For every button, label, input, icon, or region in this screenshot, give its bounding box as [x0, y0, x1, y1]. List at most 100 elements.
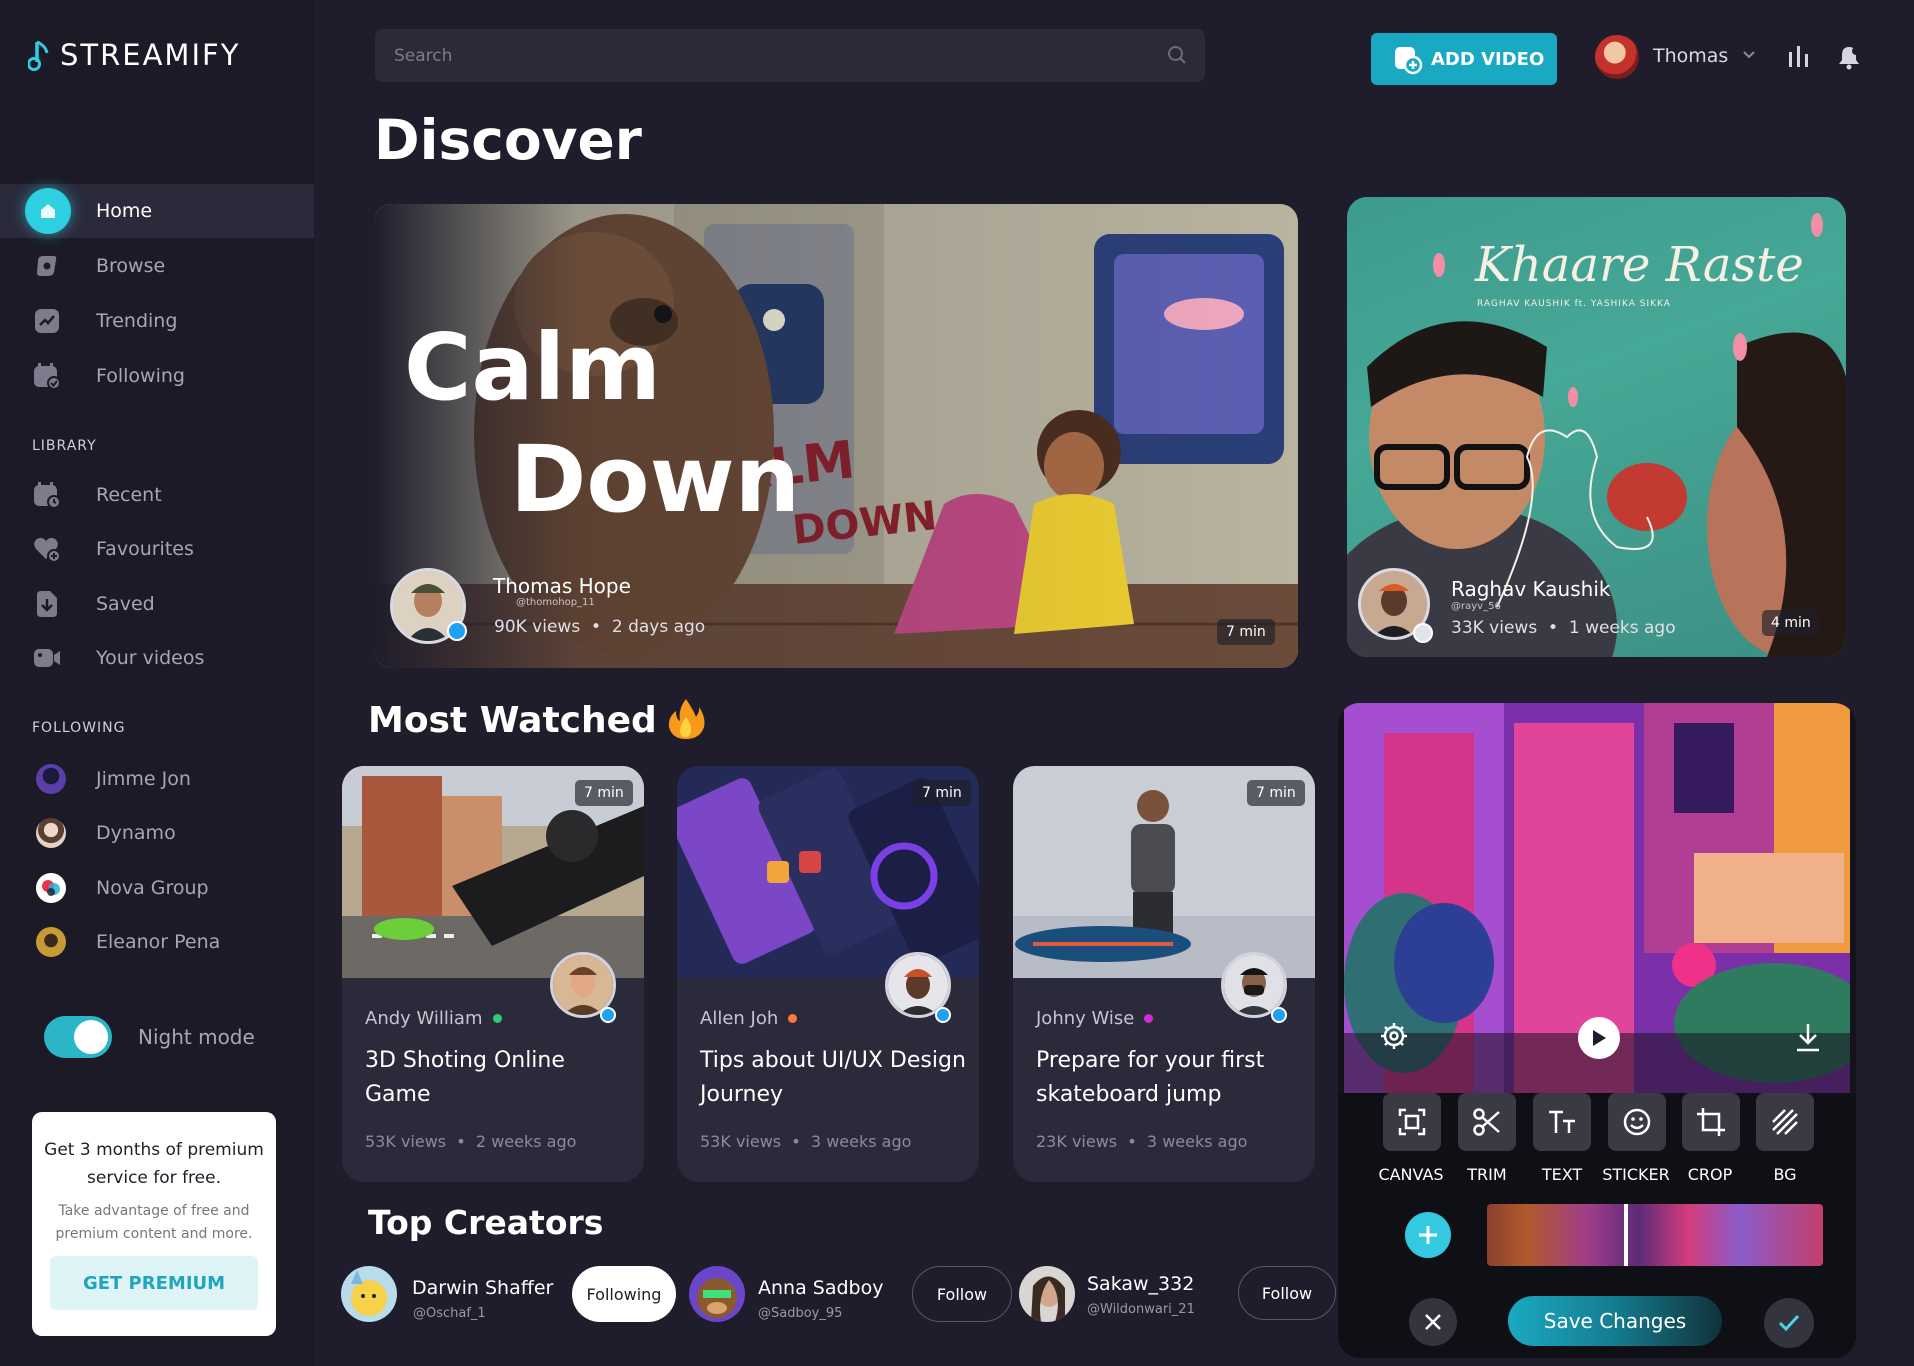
trim-tool-button[interactable]: [1458, 1093, 1516, 1151]
bg-tool-button[interactable]: [1756, 1093, 1814, 1151]
verified-badge-icon: [1271, 1007, 1287, 1023]
crop-icon: [1697, 1108, 1725, 1136]
calendar-icon: [33, 481, 61, 509]
avatar: [36, 818, 66, 848]
play-button[interactable]: [1578, 1017, 1620, 1059]
search-input[interactable]: Search: [375, 29, 1205, 82]
user-name[interactable]: Thomas: [1653, 45, 1728, 67]
download-icon[interactable]: [1795, 1022, 1821, 1052]
card-title[interactable]: Tips about UI/UX Design Journey: [700, 1044, 970, 1112]
scissors-icon: [1473, 1108, 1500, 1136]
get-premium-button[interactable]: GET PREMIUM: [50, 1256, 258, 1310]
card-author[interactable]: Johny Wise: [1036, 1008, 1154, 1029]
nav-trending[interactable]: Trending: [0, 294, 314, 348]
creator-name[interactable]: Darwin Shaffer: [412, 1277, 553, 1299]
card-meta: 23K views • 3 weeks ago: [1036, 1132, 1247, 1151]
discard-button[interactable]: [1409, 1298, 1457, 1346]
follow-button[interactable]: Follow: [1238, 1266, 1336, 1320]
status-dot: [1144, 1014, 1154, 1023]
side-creator-name[interactable]: Raghav Kaushik: [1451, 577, 1610, 601]
following-nova-group[interactable]: Nova Group: [0, 861, 314, 915]
verified-badge-icon: [447, 621, 467, 641]
search-icon[interactable]: [1167, 45, 1187, 65]
play-icon: [1593, 1030, 1606, 1046]
following-eleanor-pena[interactable]: Eleanor Pena: [0, 915, 314, 969]
song-credits: RAGHAV KAUSHIK ft. YASHIKA SIKKA: [1477, 299, 1671, 309]
card-meta: 53K views • 3 weeks ago: [700, 1132, 911, 1151]
confirm-button[interactable]: [1764, 1298, 1814, 1348]
hero-age: 2 days ago: [611, 617, 706, 637]
add-video-label: ADD VIDEO: [1431, 48, 1545, 70]
card-title[interactable]: 3D Shoting Online Game: [365, 1044, 635, 1112]
hero-creator-name[interactable]: Thomas Hope: [493, 574, 631, 598]
user-avatar[interactable]: [1595, 35, 1639, 79]
song-title: Khaare Raste: [1475, 237, 1804, 293]
hero-title-line1: Calm: [404, 314, 661, 421]
app-logo[interactable]: STREAMIFY: [28, 38, 240, 72]
save-changes-button[interactable]: Save Changes: [1508, 1296, 1722, 1346]
most-watched-title: Most Watched: [368, 700, 657, 741]
add-clip-button[interactable]: [1405, 1212, 1451, 1258]
creator-avatar[interactable]: [689, 1266, 745, 1322]
nav-following[interactable]: Following: [0, 349, 314, 403]
video-card[interactable]: 7 min Andy William 3D Shoting Online Gam…: [342, 766, 644, 1182]
following-button[interactable]: Following: [572, 1266, 676, 1322]
side-duration-badge: 4 min: [1762, 610, 1820, 636]
search-placeholder: Search: [394, 45, 453, 66]
video-card[interactable]: 7 min Allen Joh Tips about UI/UX Design …: [677, 766, 979, 1182]
meta-separator: •: [585, 617, 607, 637]
toggle-knob: [74, 1020, 108, 1054]
canvas-tool-button[interactable]: [1383, 1093, 1441, 1151]
video-card[interactable]: 7 min Johny Wise Prepare for your first …: [1013, 766, 1315, 1182]
nav-favourites[interactable]: Favourites: [0, 522, 314, 576]
timeline-playhead[interactable]: [1624, 1204, 1628, 1266]
nav-saved[interactable]: Saved: [0, 577, 314, 631]
text-icon: [1549, 1110, 1575, 1133]
creator-name[interactable]: Anna Sadboy: [758, 1277, 883, 1299]
card-age: 2 weeks ago: [475, 1132, 577, 1151]
library-section-label: LIBRARY: [32, 438, 97, 454]
card-author-name: Johny Wise: [1036, 1008, 1135, 1029]
video-timeline[interactable]: [1487, 1204, 1823, 1266]
following-jimme-jon[interactable]: Jimme Jon: [0, 752, 314, 806]
chevron-down-icon[interactable]: [1742, 50, 1756, 60]
hero-creator-handle: @thomohop_11: [516, 597, 595, 608]
sticker-tool-button[interactable]: [1608, 1093, 1666, 1151]
following-dynamo[interactable]: Dynamo: [0, 806, 314, 860]
browse-icon: [33, 252, 61, 280]
nav-your-videos[interactable]: Your videos: [0, 631, 314, 685]
creator-name[interactable]: Sakaw_332: [1087, 1273, 1194, 1295]
add-video-button[interactable]: ADD VIDEO: [1371, 33, 1557, 85]
home-icon: [25, 188, 71, 234]
card-title[interactable]: Prepare for your first skateboard jump: [1036, 1044, 1306, 1112]
crop-tool-label: CROP: [1687, 1165, 1733, 1184]
verified-badge-icon: [600, 1007, 616, 1023]
notification-bell-icon[interactable]: [1837, 44, 1861, 70]
camera-icon: [33, 644, 61, 672]
card-author[interactable]: Allen Joh: [700, 1008, 798, 1029]
nav-home[interactable]: Home: [0, 184, 314, 238]
meta-separator: •: [1122, 1132, 1142, 1151]
settings-gear-icon[interactable]: [1379, 1021, 1409, 1051]
nav-recent[interactable]: Recent: [0, 468, 314, 522]
follow-button[interactable]: Follow: [912, 1266, 1012, 1322]
nav-home-label: Home: [96, 200, 153, 222]
card-author-name: Andy William: [365, 1008, 483, 1029]
creator-avatar[interactable]: [1019, 1266, 1075, 1322]
video-duration: 7 min: [913, 780, 971, 806]
premium-promo-card: Get 3 months of premium service for free…: [32, 1112, 276, 1336]
meta-separator: •: [1542, 618, 1564, 638]
music-note-icon: [28, 40, 49, 71]
plus-icon: [1419, 1226, 1437, 1244]
creator-avatar[interactable]: [341, 1266, 397, 1322]
nav-browse[interactable]: Browse: [0, 239, 314, 293]
night-mode-toggle[interactable]: [44, 1016, 112, 1058]
card-author[interactable]: Andy William: [365, 1008, 502, 1029]
crop-tool-button[interactable]: [1682, 1093, 1740, 1151]
hero-title-line2: Down: [510, 426, 801, 533]
text-tool-button[interactable]: [1533, 1093, 1591, 1151]
hero-meta: 90K views • 2 days ago: [494, 617, 705, 637]
following-section-label: FOLLOWING: [32, 720, 126, 736]
following-name: Jimme Jon: [96, 768, 191, 790]
stats-icon[interactable]: [1786, 44, 1810, 68]
